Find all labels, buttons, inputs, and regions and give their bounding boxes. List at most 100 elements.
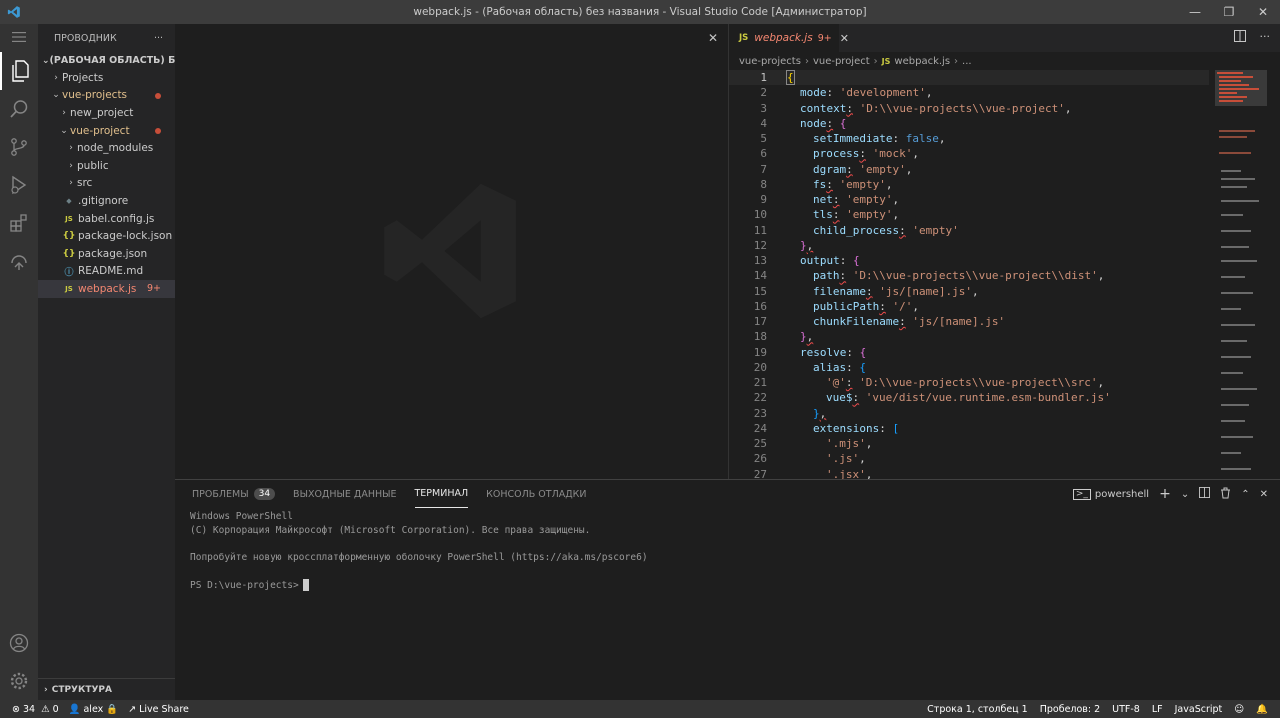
terminal-line: Windows PowerShell <box>190 511 293 522</box>
code-editor[interactable]: 1{ 2 mode: 'development', 3 context: 'D:\\… <box>729 70 1209 479</box>
more-actions-icon[interactable]: ··· <box>1260 30 1271 45</box>
indentation[interactable]: Пробелов: 2 <box>1040 704 1100 715</box>
feedback-icon[interactable]: ☺ <box>1234 704 1244 715</box>
title-bar: webpack.js - (Рабочая область) без назва… <box>0 0 1280 24</box>
tab-label: webpack.js <box>754 32 813 44</box>
notifications-bell-icon[interactable]: 🔔 <box>1256 704 1268 715</box>
menu-icon[interactable] <box>0 24 38 50</box>
close-group-icon[interactable]: ✕ <box>708 31 718 45</box>
chevron-right-icon: › <box>873 55 878 67</box>
explorer-more-actions-button[interactable]: ··· <box>154 33 163 44</box>
code-line: 11 child_process: 'empty' <box>753 223 959 237</box>
account-status[interactable]: 👤 alex 🔒 <box>69 704 118 715</box>
code-line: 8 fs: 'empty', <box>760 177 893 191</box>
tab-bar: JS webpack.js 9+ ✕ ··· <box>729 24 1280 52</box>
explorer-title: ПРОВОДНИК <box>54 32 117 44</box>
chevron-right-icon: › <box>54 72 58 83</box>
tab-webpack-js[interactable]: JS webpack.js 9+ ✕ <box>729 24 849 52</box>
code-line: 3 context: 'D:\\vue-projects\\vue-project… <box>760 101 1072 115</box>
outline-section[interactable]: › СТРУКТУРА <box>38 678 175 700</box>
code-line: 25 '.mjs', <box>753 437 873 451</box>
terminal-output[interactable]: Windows PowerShell (C) Корпорация Майкро… <box>190 510 648 592</box>
breadcrumb-item[interactable]: vue-project <box>813 56 870 67</box>
tree-item-label: package.json <box>78 247 148 260</box>
split-terminal-icon[interactable] <box>1199 487 1211 501</box>
new-terminal-icon[interactable]: + <box>1159 486 1171 502</box>
end-of-line[interactable]: LF <box>1152 704 1163 715</box>
person-icon: 👤 <box>68 703 81 715</box>
code-line: 13 output: { <box>753 254 860 268</box>
remote-explorer-icon[interactable] <box>0 242 38 280</box>
code-line: 22 vue$: 'vue/dist/vue.runtime.esm-bundle… <box>753 391 1111 405</box>
close-tab-icon[interactable]: ✕ <box>840 32 849 45</box>
extensions-icon[interactable] <box>0 204 38 242</box>
trash-icon[interactable] <box>1220 487 1231 502</box>
chevron-right-icon: › <box>804 55 809 67</box>
tab-terminal[interactable]: ТЕРМИНАЛ <box>414 480 469 508</box>
tab-problems[interactable]: ПРОБЛЕМЫ 34 <box>192 480 276 508</box>
code-line: 15 filename: 'js/[name].js', <box>753 284 979 298</box>
tree-item-public[interactable]: › public <box>38 157 175 175</box>
account-icon[interactable] <box>0 624 38 662</box>
search-icon[interactable] <box>0 90 38 128</box>
close-panel-icon[interactable]: ✕ <box>1260 489 1268 500</box>
language-mode[interactable]: JavaScript <box>1175 704 1223 715</box>
workspace-root[interactable]: ⌄ (РАБОЧАЯ ОБЛАСТЬ) Б... <box>38 52 175 69</box>
code-line: 4 node: { <box>760 116 847 130</box>
settings-gear-icon[interactable] <box>0 662 38 700</box>
tree-item-vue-project[interactable]: ⌄ vue-project <box>38 122 175 140</box>
tab-output[interactable]: ВЫХОДНЫЕ ДАННЫЕ <box>293 480 396 508</box>
tree-item-webpack[interactable]: JS webpack.js 9+ <box>38 280 175 298</box>
encoding[interactable]: UTF-8 <box>1112 704 1140 715</box>
breadcrumb-item[interactable]: ... <box>962 56 972 67</box>
tree-item-label: vue-projects <box>62 89 128 102</box>
vertical-scrollbar[interactable] <box>1267 70 1280 479</box>
split-editor-icon[interactable] <box>1233 30 1246 45</box>
terminal-icon: >_ <box>1072 488 1091 500</box>
info-file-icon: ⓘ <box>64 267 74 278</box>
tree-item-package-lock[interactable]: {} package-lock.json <box>38 227 175 245</box>
tree-item-label: .gitignore <box>78 194 129 207</box>
json-file-icon: {} <box>62 231 76 242</box>
tree-item-package-json[interactable]: {} package.json <box>38 245 175 263</box>
maximize-button[interactable]: ❐ <box>1212 0 1246 24</box>
minimize-button[interactable]: — <box>1178 0 1212 24</box>
json-file-icon: {} <box>62 248 76 259</box>
tree-item-vue-projects[interactable]: ⌄ vue-projects <box>38 87 175 105</box>
tab-debug-console[interactable]: КОНСОЛЬ ОТЛАДКИ <box>486 480 586 508</box>
code-line: 14 path: 'D:\\vue-projects\\vue-project\\… <box>753 269 1105 283</box>
vscode-logo-icon <box>0 0 28 24</box>
source-control-icon[interactable] <box>0 128 38 166</box>
tree-item-gitignore[interactable]: ◆ .gitignore <box>38 192 175 210</box>
chevron-right-icon: › <box>44 684 48 695</box>
code-line: 12}, <box>753 238 814 252</box>
chevron-down-icon[interactable]: ⌄ <box>1181 489 1189 500</box>
cursor-position[interactable]: Строка 1, столбец 1 <box>927 704 1028 715</box>
code-line: 18}, <box>753 330 814 344</box>
code-line: 1{ <box>729 70 1209 86</box>
tree-item-src[interactable]: › src <box>38 175 175 193</box>
tab-label: ПРОБЛЕМЫ <box>192 488 249 500</box>
activity-bar <box>0 24 38 700</box>
maximize-panel-icon[interactable]: ⌃ <box>1241 489 1249 500</box>
code-line: 20 alias: { <box>753 360 866 374</box>
tree-item-readme[interactable]: ⓘ README.md <box>38 263 175 281</box>
terminal-prompt: PS D:\vue-projects> <box>190 579 299 591</box>
tree-item-node-modules[interactable]: › node_modules <box>38 139 175 157</box>
close-window-button[interactable]: ✕ <box>1246 0 1280 24</box>
tree-item-babel-config[interactable]: JS babel.config.js <box>38 210 175 228</box>
tree-item-new-project[interactable]: › new_project <box>38 104 175 122</box>
minimap[interactable] <box>1215 70 1267 479</box>
breadcrumb-item[interactable]: webpack.js <box>894 56 950 67</box>
breadcrumb-item[interactable]: vue-projects <box>739 56 801 67</box>
problems-status[interactable]: ⊗ 34 ⚠ 0 <box>12 704 59 715</box>
terminal-shell-selector[interactable]: >_ powershell <box>1072 488 1149 500</box>
js-file-icon: JS <box>65 214 73 223</box>
terminal-line: Попробуйте новую кроссплатформенную обол… <box>190 551 648 563</box>
explorer-icon[interactable] <box>0 52 38 90</box>
run-debug-icon[interactable] <box>0 166 38 204</box>
problems-count-badge: 34 <box>253 488 276 500</box>
tree-item-projects[interactable]: › Projects <box>38 69 175 87</box>
live-share-button[interactable]: ↗ Live Share <box>128 704 189 715</box>
